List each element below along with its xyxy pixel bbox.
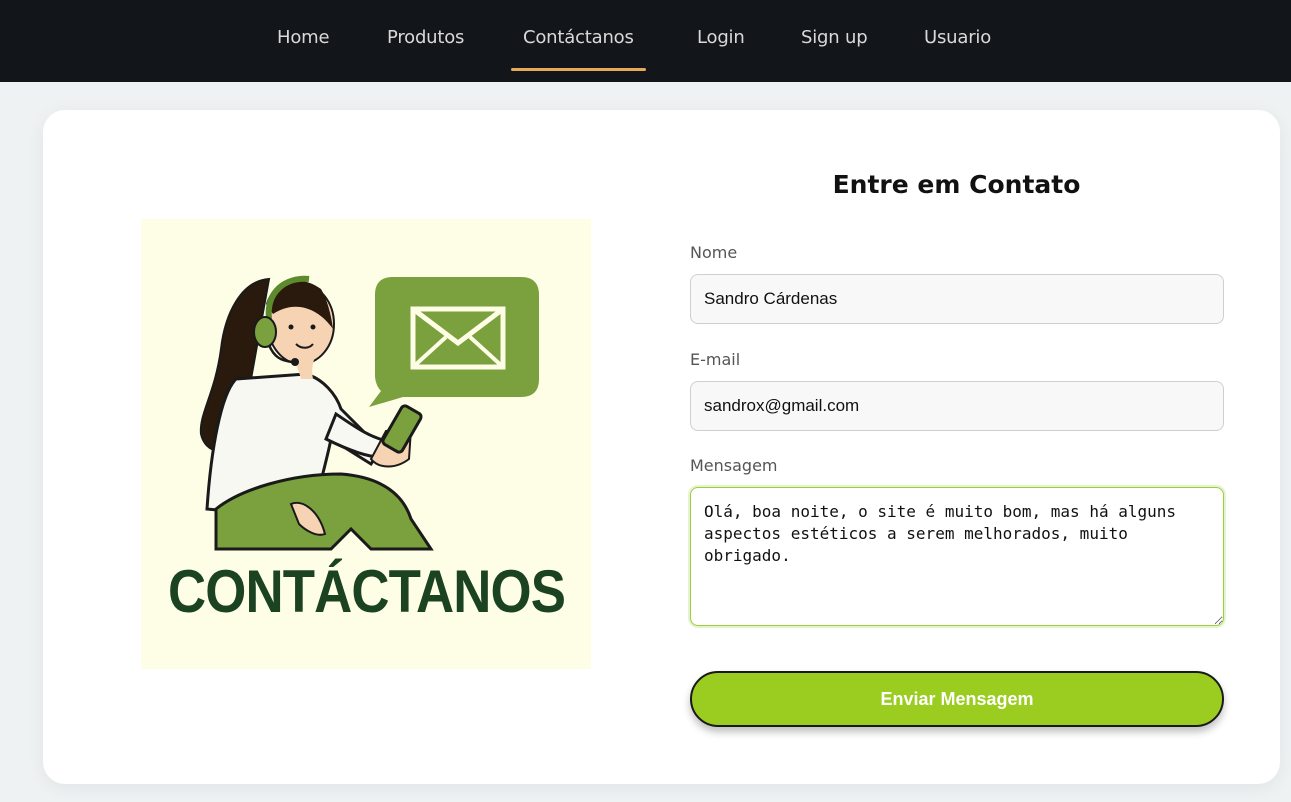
top-navbar: Home Produtos Contáctanos Login Sign up …	[0, 0, 1291, 82]
name-label: Nome	[690, 243, 738, 262]
email-input[interactable]	[690, 381, 1224, 431]
nav-usuario[interactable]: Usuario	[924, 0, 991, 82]
send-message-button[interactable]: Enviar Mensagem	[690, 671, 1224, 727]
phone-icon	[381, 404, 423, 454]
nav-home[interactable]: Home	[277, 0, 330, 82]
contact-illustration: CONTÁCTANOS	[141, 219, 591, 669]
contact-card: CONTÁCTANOS Entre em Contato Nome E-mail…	[43, 110, 1280, 784]
nav-contactanos[interactable]: Contáctanos	[511, 0, 646, 82]
illustration-caption: CONTÁCTANOS	[168, 558, 566, 625]
form-title: Entre em Contato	[832, 170, 1081, 199]
message-label: Mensagem	[690, 456, 778, 475]
nav-login[interactable]: Login	[697, 0, 745, 82]
email-label: E-mail	[690, 350, 741, 369]
nav-sign-up[interactable]: Sign up	[801, 0, 868, 82]
woman-with-phone-illustration	[199, 275, 539, 551]
name-input[interactable]	[690, 274, 1224, 324]
message-textarea[interactable]: Olá, boa noite, o site é muito bom, mas …	[690, 487, 1224, 626]
mail-envelope-icon	[369, 277, 539, 407]
nav-produtos[interactable]: Produtos	[387, 0, 464, 82]
